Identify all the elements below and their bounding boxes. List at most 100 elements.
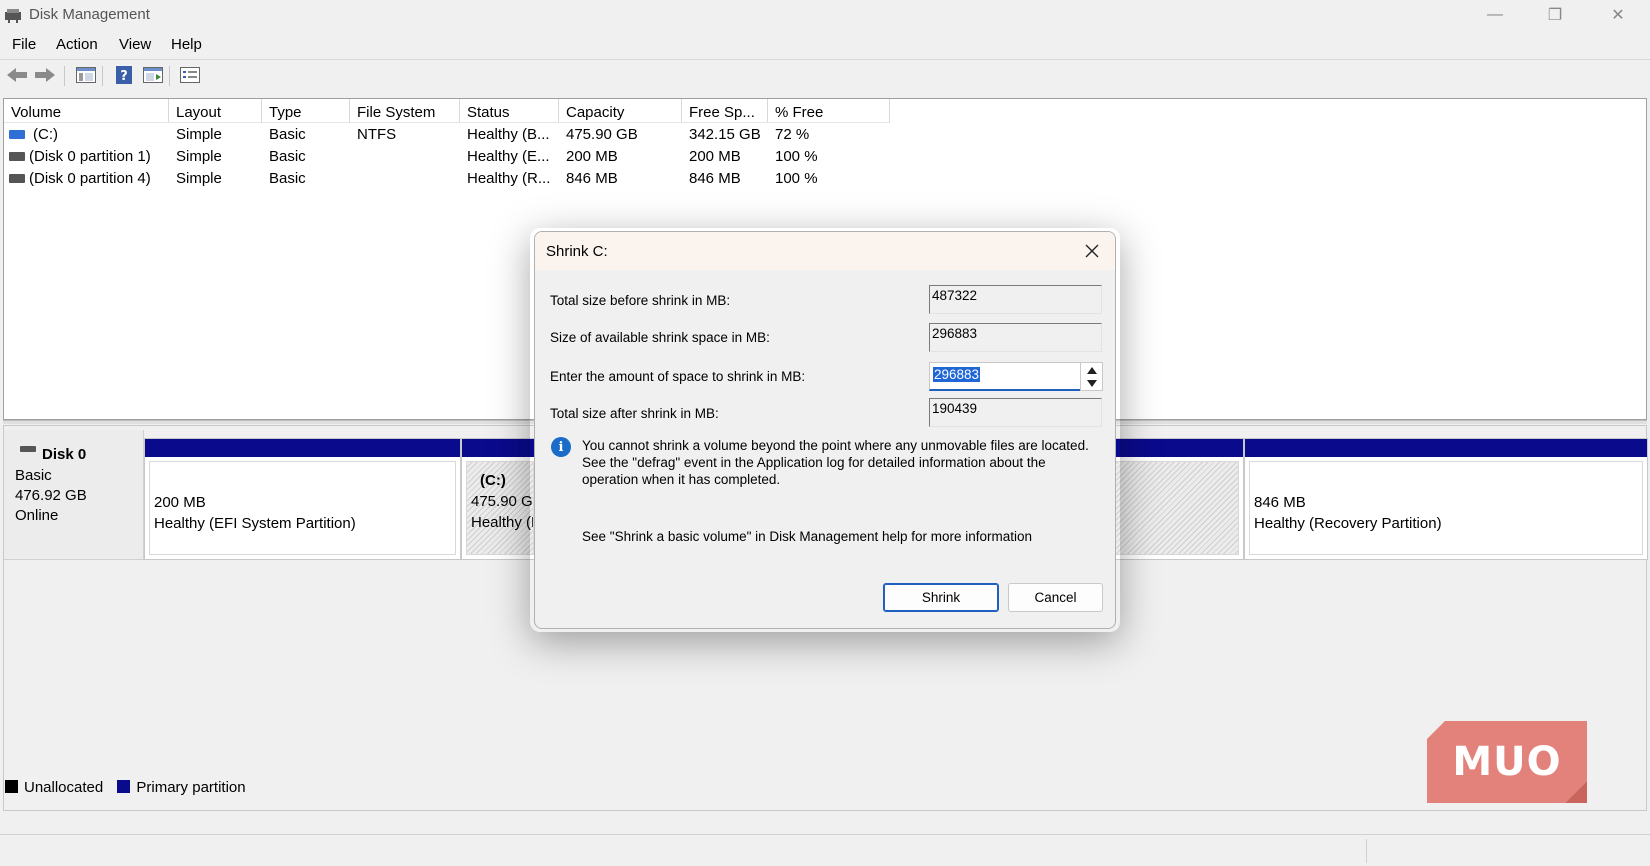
- partition-recovery[interactable]: 846 MB Healthy (Recovery Partition): [1244, 438, 1648, 560]
- forward-arrow-icon[interactable]: [33, 64, 57, 86]
- volume-icon: [9, 152, 25, 161]
- shrink-amount-label: Enter the amount of space to shrink in M…: [550, 369, 806, 384]
- column-header-volume[interactable]: Volume: [4, 99, 169, 123]
- partition-size: 846 MB: [1254, 494, 1306, 511]
- status-bar: [0, 834, 1650, 866]
- column-header-percent-free[interactable]: % Free: [768, 99, 890, 123]
- column-header-layout[interactable]: Layout: [169, 99, 262, 123]
- back-arrow-icon[interactable]: [5, 64, 29, 86]
- disk-type: Basic: [15, 467, 52, 484]
- volume-icon: [9, 130, 25, 139]
- legend-primary: Primary partition: [136, 779, 246, 796]
- cell-layout: Simple: [176, 170, 222, 187]
- disk-info[interactable]: Disk 0 Basic 476.92 GB Online: [4, 430, 144, 560]
- available-space-field: 296883: [929, 323, 1102, 352]
- cell-volume: (C:): [33, 126, 58, 143]
- dialog-titlebar: Shrink C:: [535, 232, 1115, 270]
- cell-volume: (Disk 0 partition 1): [29, 148, 151, 165]
- disk-size: 476.92 GB: [15, 487, 87, 504]
- cell-type: Basic: [269, 148, 306, 165]
- restore-button[interactable]: ❐: [1525, 0, 1585, 30]
- watermark-text: MUO: [1452, 739, 1562, 785]
- info-icon: i: [551, 437, 571, 457]
- cell-percent-free: 100 %: [775, 148, 818, 165]
- column-header-free-space[interactable]: Free Sp...: [682, 99, 768, 123]
- menu-bar: File Action View Help: [0, 33, 1650, 57]
- disk-name: Disk 0: [42, 446, 87, 463]
- total-after-field: 190439: [929, 398, 1102, 427]
- cell-layout: Simple: [176, 148, 222, 165]
- column-header-type[interactable]: Type: [262, 99, 350, 123]
- spin-up-icon[interactable]: [1081, 364, 1102, 377]
- help-icon[interactable]: ?: [112, 64, 136, 86]
- cell-free-space: 846 MB: [689, 170, 741, 187]
- total-before-label: Total size before shrink in MB:: [550, 293, 731, 308]
- dialog-title: Shrink C:: [546, 243, 608, 260]
- cell-layout: Simple: [176, 126, 222, 143]
- total-after-label: Total size after shrink in MB:: [550, 406, 719, 421]
- menu-file[interactable]: File: [12, 36, 36, 53]
- cell-status: Healthy (E...: [467, 148, 550, 165]
- close-window-button[interactable]: ✕: [1588, 0, 1648, 30]
- cell-volume: (Disk 0 partition 4): [29, 170, 151, 187]
- close-icon: [1085, 244, 1099, 258]
- legend-unallocated: Unallocated: [24, 779, 104, 796]
- info-message: You cannot shrink a volume beyond the po…: [582, 438, 1089, 487]
- partition-c[interactable]: (C:) 475.90 GB Healthy (B: [461, 438, 539, 560]
- cell-free-space: 342.15 GB: [689, 126, 761, 143]
- primary-swatch: [117, 780, 131, 793]
- spin-down-icon[interactable]: [1081, 377, 1102, 390]
- available-space-label: Size of available shrink space in MB:: [550, 330, 770, 345]
- cell-free-space: 200 MB: [689, 148, 741, 165]
- menu-action[interactable]: Action: [56, 36, 98, 53]
- cell-percent-free: 72 %: [775, 126, 810, 143]
- console-tree-icon[interactable]: [74, 64, 98, 86]
- disk-management-icon: [5, 9, 21, 23]
- partition-status: Healthy (EFI System Partition): [154, 515, 356, 532]
- cell-percent-free: 100 %: [775, 170, 818, 187]
- cell-status: Healthy (B...: [467, 126, 550, 143]
- svg-text:?: ?: [120, 69, 128, 84]
- cancel-button[interactable]: Cancel: [1008, 583, 1103, 612]
- shrink-button[interactable]: Shrink: [883, 583, 999, 612]
- table-row[interactable]: (Disk 0 partition 4) Simple Basic Health…: [4, 168, 904, 190]
- cell-capacity: 846 MB: [566, 170, 618, 187]
- legend: Unallocated Primary partition: [5, 779, 246, 796]
- disk-state: Online: [15, 507, 59, 524]
- partition-efi[interactable]: 200 MB Healthy (EFI System Partition): [144, 438, 461, 560]
- table-row[interactable]: (Disk 0 partition 1) Simple Basic Health…: [4, 146, 904, 168]
- column-header-status[interactable]: Status: [460, 99, 559, 123]
- menu-help[interactable]: Help: [171, 36, 202, 53]
- shrink-amount-input[interactable]: 296883: [929, 362, 1081, 391]
- shrink-dialog: Shrink C: Total size before shrink in MB…: [534, 231, 1116, 629]
- window-title: Disk Management: [29, 6, 150, 23]
- table-row[interactable]: (C:) Simple Basic NTFS Healthy (B... 475…: [4, 124, 904, 146]
- minimize-button[interactable]: —: [1465, 0, 1525, 30]
- help-message: See "Shrink a basic volume" in Disk Mana…: [582, 529, 1033, 544]
- column-header-capacity[interactable]: Capacity: [559, 99, 682, 123]
- unallocated-swatch: [5, 780, 18, 793]
- dialog-close-button[interactable]: [1079, 238, 1105, 264]
- column-header-file-system[interactable]: File System: [350, 99, 460, 123]
- cell-capacity: 200 MB: [566, 148, 618, 165]
- settings-list-icon[interactable]: [178, 64, 202, 86]
- cell-capacity: 475.90 GB: [566, 126, 638, 143]
- shrink-amount-spinner[interactable]: [1080, 362, 1103, 391]
- total-before-field: 487322: [929, 285, 1102, 314]
- partition-status: Healthy (Recovery Partition): [1254, 515, 1442, 532]
- menu-view[interactable]: View: [119, 36, 151, 53]
- muo-logo: MUO: [1427, 721, 1587, 803]
- partition-size: 475.90 GB: [471, 493, 533, 510]
- properties-icon[interactable]: [141, 64, 165, 86]
- cell-file-system: NTFS: [357, 126, 397, 143]
- cell-type: Basic: [269, 126, 306, 143]
- title-bar: Disk Management — ❐ ✕: [0, 0, 1650, 30]
- disk-drive-icon: [20, 446, 36, 452]
- partition-size: 200 MB: [154, 494, 206, 511]
- toolbar: ?: [0, 59, 1650, 91]
- shrink-amount-value: 296883: [933, 367, 981, 382]
- partition-label: (C:): [480, 472, 506, 489]
- partition-status: Healthy (B: [471, 514, 533, 531]
- volume-icon: [9, 174, 25, 183]
- cell-status: Healthy (R...: [467, 170, 551, 187]
